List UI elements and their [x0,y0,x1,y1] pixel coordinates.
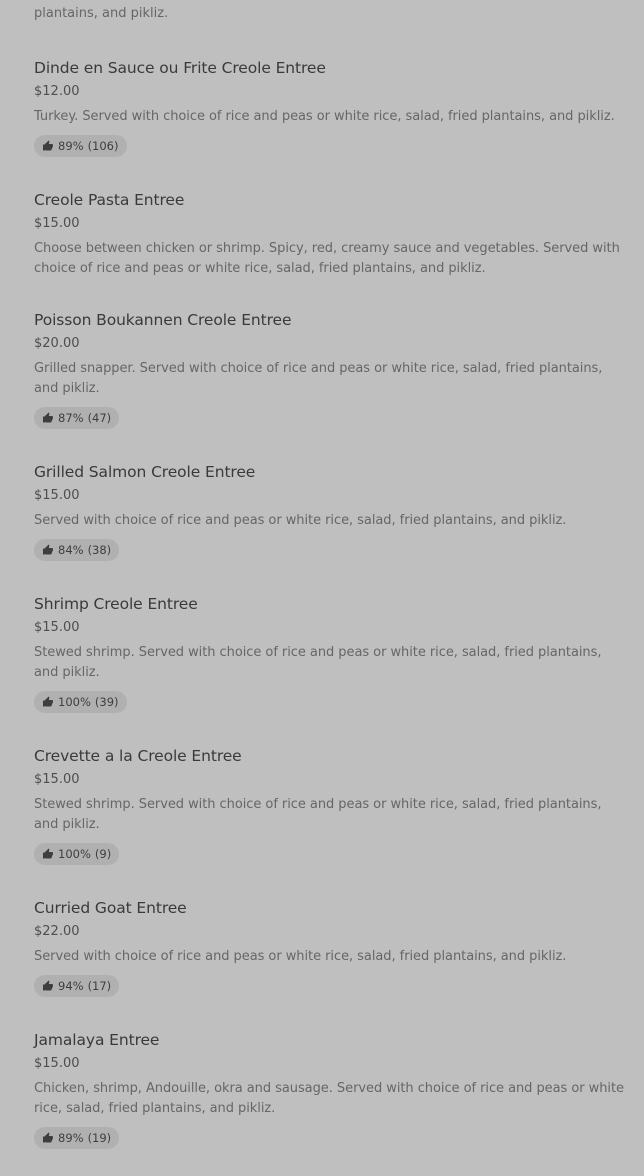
rating-count: (9) [94,847,112,861]
menu-item[interactable]: Grilled Salmon Creole Entree $15.00 Serv… [34,462,624,561]
menu-item[interactable]: Jamalaya Entree $15.00 Chicken, shrimp, … [34,1030,624,1149]
menu-item-name: Poisson Boukannen Creole Entree [34,311,292,329]
menu-item[interactable]: Poisson Boukannen Creole Entree $20.00 G… [34,310,624,429]
menu-item-description: Stewed shrimp. Served with choice of ric… [34,797,602,832]
rating-badge: 84% (38) [34,539,120,561]
menu-item-name: Curried Goat Entree [34,899,187,917]
menu-item-name: Dinde en Sauce ou Frite Creole Entree [34,59,326,77]
previous-item-description: Okra with beef and crab. Served with cho… [34,0,598,21]
rating-count: (19) [87,1131,112,1145]
rating-count: (38) [87,543,112,557]
rating-count: (39) [94,695,119,709]
rating-badge: 100% (9) [34,843,120,865]
rating-percent: 100% [58,695,91,709]
menu-item-price: $15.00 [34,216,80,231]
rating-badge: 87% (47) [34,407,120,429]
menu-item[interactable]: Creole Pasta Entree $15.00 Choose betwee… [34,190,624,279]
rating-percent: 100% [58,847,91,861]
thumbs-up-icon [43,1132,53,1143]
rating-percent: 89% [58,1131,84,1145]
rating-badge: 100% (39) [34,691,127,713]
menu-item-description: Choose between chicken or shrimp. Spicy,… [34,241,620,276]
menu-item-name: Shrimp Creole Entree [34,595,198,613]
menu-item-name: Jamalaya Entree [34,1031,160,1049]
thumbs-up-icon [43,848,53,859]
menu-item-price: $20.00 [34,336,80,351]
menu-item-name: Grilled Salmon Creole Entree [34,463,256,481]
thumbs-up-icon [43,980,53,991]
thumbs-up-icon [43,544,53,555]
thumbs-up-icon [43,696,53,707]
thumbs-up-icon [43,140,53,151]
menu-item-price: $15.00 [34,1056,80,1071]
menu-item-description: Served with choice of rice and peas or w… [34,513,567,528]
rating-percent: 89% [58,139,84,153]
menu-item[interactable]: Curried Goat Entree $22.00 Served with c… [34,898,624,997]
rating-badge: 89% (19) [34,1127,120,1149]
thumbs-up-icon [43,412,53,423]
menu-item-name: Crevette a la Creole Entree [34,747,242,765]
rating-badge: 89% (106) [34,135,127,157]
menu-item-description: Chicken, shrimp, Andouille, okra and sau… [34,1081,624,1116]
rating-count: (106) [87,139,119,153]
menu-item-price: $12.00 [34,84,80,99]
menu-item-price: $15.00 [34,620,80,635]
menu-item-description: Stewed shrimp. Served with choice of ric… [34,645,602,680]
rating-badge: 94% (17) [34,975,120,997]
rating-count: (17) [87,979,112,993]
menu-item-price: $22.00 [34,924,80,939]
menu-item[interactable]: Crevette a la Creole Entree $15.00 Stewe… [34,746,624,865]
menu-item-name: Creole Pasta Entree [34,191,185,209]
menu-item-price: $15.00 [34,772,80,787]
menu-item-description: Grilled snapper. Served with choice of r… [34,361,603,396]
rating-percent: 94% [58,979,84,993]
menu-item-description: Turkey. Served with choice of rice and p… [34,109,615,124]
menu-item-price: $15.00 [34,488,80,503]
menu-item[interactable]: Dinde en Sauce ou Frite Creole Entree $1… [34,58,624,157]
rating-percent: 84% [58,543,84,557]
rating-percent: 87% [58,411,84,425]
menu-item[interactable]: Shrimp Creole Entree $15.00 Stewed shrim… [34,594,624,713]
rating-count: (47) [87,411,112,425]
menu-item-description: Served with choice of rice and peas or w… [34,949,567,964]
